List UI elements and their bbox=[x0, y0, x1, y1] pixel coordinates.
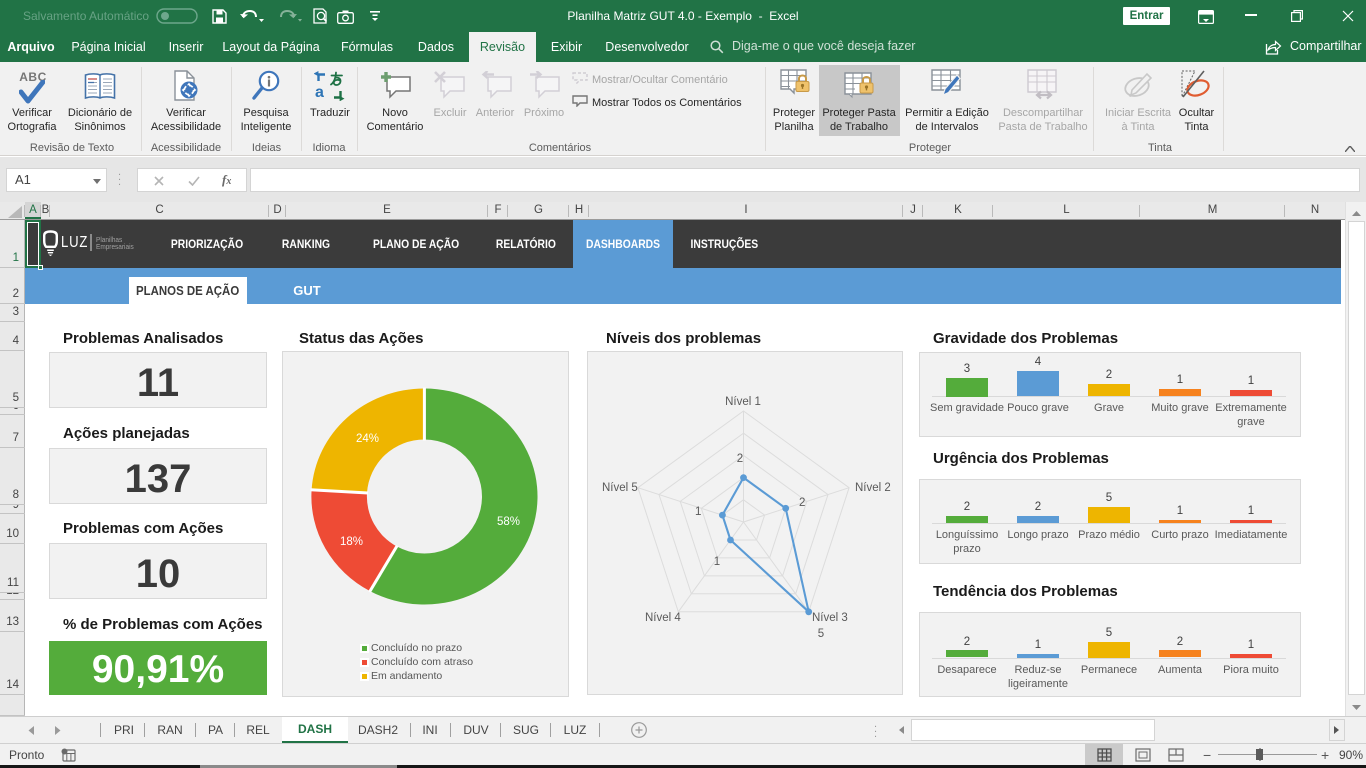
svg-text:a: a bbox=[315, 84, 324, 101]
